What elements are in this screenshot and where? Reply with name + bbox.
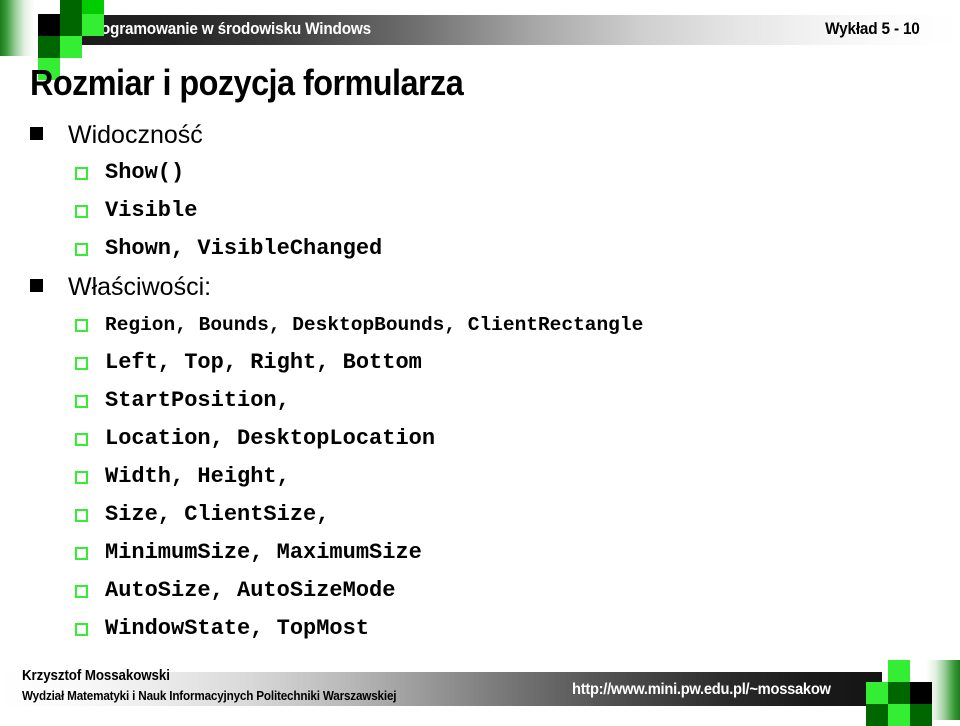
square-outline-bullet-icon — [75, 167, 88, 180]
bullet-item-label: Region, Bounds, DesktopBounds, ClientRec… — [105, 314, 644, 336]
square-outline-bullet-icon — [75, 547, 88, 560]
slide-footer: Krzysztof Mossakowski Wydział Matematyki… — [0, 658, 960, 720]
square-outline-bullet-icon — [75, 623, 88, 636]
square-outline-bullet-icon — [75, 433, 88, 446]
footer-url-link[interactable]: http://www.mini.pw.edu.pl/~mossakow — [572, 681, 831, 699]
bullet-item-label: Location, DesktopLocation — [105, 426, 436, 451]
decorative-square — [82, 0, 104, 14]
bullet-item-label: Size, ClientSize, — [105, 502, 330, 527]
bullet-item-level2: AutoSize, AutoSizeMode — [0, 574, 960, 612]
bullet-item-level2: MinimumSize, MaximumSize — [0, 536, 960, 574]
bullet-item-level2: Shown, VisibleChanged — [0, 232, 960, 270]
header-left-fade — [0, 0, 34, 56]
bullet-item-label: AutoSize, AutoSizeMode — [105, 578, 396, 603]
bullet-item-level1: Widoczność — [0, 118, 960, 156]
square-outline-bullet-icon — [75, 243, 88, 256]
slide-content-list: Widoczność Show() Visible Shown, VisibleCha… — [0, 118, 960, 650]
bullet-item-level2: StartPosition, — [0, 384, 960, 422]
bullet-item-level2: Show() — [0, 156, 960, 194]
bullet-item-label: Left, Top, Right, Bottom — [105, 350, 422, 375]
bullet-item-label: MinimumSize, MaximumSize — [105, 540, 422, 565]
footer-author-name: Krzysztof Mossakowski — [22, 668, 170, 684]
header-lecture-number: Wykład 5 - 10 — [825, 20, 920, 38]
decorative-square — [60, 0, 82, 14]
bullet-item-level2: Size, ClientSize, — [0, 498, 960, 536]
decorative-square — [866, 682, 888, 704]
bullet-item-label: StartPosition, — [105, 388, 290, 413]
bullet-item-level2: Region, Bounds, DesktopBounds, ClientRec… — [0, 308, 960, 346]
decorative-square — [38, 14, 60, 36]
square-outline-bullet-icon — [75, 319, 88, 332]
slide-root: Programowanie w środowisku Windows Wykła… — [0, 0, 960, 726]
bullet-item-label: Shown, VisibleChanged — [105, 236, 383, 261]
decorative-square — [38, 36, 60, 58]
bullet-item-level1: Właściwości: — [0, 270, 960, 308]
decorative-square — [60, 14, 82, 36]
square-outline-bullet-icon — [75, 509, 88, 522]
bullet-item-label: WindowState, TopMost — [105, 616, 370, 641]
decorative-square — [888, 682, 910, 704]
square-outline-bullet-icon — [75, 585, 88, 598]
square-outline-bullet-icon — [75, 205, 88, 218]
bullet-item-level2: Width, Height, — [0, 460, 960, 498]
bullet-item-label: Widoczność — [68, 121, 203, 149]
bullet-item-label: Show() — [105, 160, 185, 185]
square-filled-bullet-icon — [30, 279, 43, 292]
bullet-item-level2: Left, Top, Right, Bottom — [0, 346, 960, 384]
bullet-item-level2: Visible — [0, 194, 960, 232]
decorative-square — [60, 36, 82, 58]
bullet-item-label: Visible — [105, 198, 198, 223]
footer-department-name: Wydział Matematyki i Nauk Informacyjnych… — [22, 688, 397, 703]
decorative-square — [866, 704, 888, 726]
decorative-square — [910, 704, 932, 726]
square-outline-bullet-icon — [75, 395, 88, 408]
page-title: Rozmiar i pozycja formularza — [30, 62, 464, 103]
decorative-square — [888, 660, 910, 682]
slide-header: Programowanie w środowisku Windows Wykła… — [0, 0, 960, 80]
decorative-square — [888, 704, 910, 726]
decorative-square — [82, 14, 104, 36]
bullet-item-level2: WindowState, TopMost — [0, 612, 960, 650]
bullet-item-level2: Location, DesktopLocation — [0, 422, 960, 460]
header-course-title: Programowanie w środowisku Windows — [85, 20, 371, 38]
square-outline-bullet-icon — [75, 357, 88, 370]
bullet-item-label: Właściwości: — [68, 273, 212, 301]
bullet-item-label: Width, Height, — [105, 464, 290, 489]
square-filled-bullet-icon — [30, 127, 43, 140]
square-outline-bullet-icon — [75, 471, 88, 484]
decorative-square — [910, 682, 932, 704]
